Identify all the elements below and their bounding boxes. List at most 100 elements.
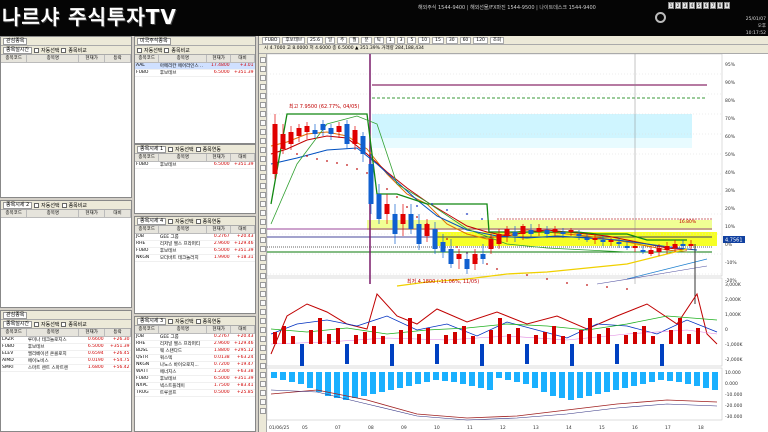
table-row[interactable]: LAZR 루미나 테크놀로지스 0.6600 +26.30 (1, 336, 131, 344)
column-header[interactable]: 종목코드 (1, 329, 28, 337)
drawing-tool-button[interactable] (260, 237, 266, 243)
column-header[interactable]: 대비 (230, 154, 255, 162)
column-header[interactable]: 현재가 (78, 329, 106, 337)
drawing-tool-button[interactable] (260, 174, 266, 180)
drawing-tool-button[interactable] (260, 381, 266, 387)
table-row[interactable]: NKGN 모더바트 테크놀러지 1.9900 +18.31 (135, 254, 255, 262)
panel-title[interactable]: 종목시세 1 (137, 145, 167, 153)
table-row[interactable]: FUBO 후보테브 6.5000 +351.39 (135, 161, 255, 169)
drawing-tool-button[interactable] (260, 129, 266, 135)
column-header[interactable]: 대비 (230, 326, 255, 334)
chart-toolbar-button[interactable]: 1 (385, 36, 395, 44)
column-header[interactable]: 현재가 (78, 210, 106, 218)
column-header[interactable]: 현재가 (206, 226, 232, 234)
drawing-tool-button[interactable] (260, 183, 266, 189)
chart-toolbar-button[interactable]: 틱 (373, 36, 384, 44)
column-header[interactable]: 종목코드 (1, 55, 28, 63)
drawing-tool-button[interactable] (260, 336, 266, 342)
link-checkbox[interactable] (195, 146, 201, 152)
group-dropdown[interactable]: 미국주식종목 (137, 37, 171, 45)
group-dropdown[interactable]: 관심종목 (3, 37, 28, 45)
drawing-tool-button[interactable] (260, 192, 266, 198)
chart-toolbar-button[interactable]: 후보테브 (282, 36, 305, 44)
drawing-tool-button[interactable] (260, 228, 266, 234)
column-header[interactable]: 종목코드 (1, 210, 28, 218)
chart-toolbar-button[interactable]: 조회 (489, 36, 505, 44)
compare-checkbox[interactable] (61, 321, 67, 327)
drawing-tool-button[interactable] (260, 165, 266, 171)
auto-select-checkbox[interactable] (34, 202, 40, 208)
chart-toolbar-button[interactable]: 60 (459, 36, 472, 44)
drawing-tool-button[interactable] (260, 120, 266, 126)
watch-label[interactable]: 종목실시간 (3, 320, 33, 328)
drawing-tool-button[interactable] (260, 75, 266, 81)
window-button[interactable]: 7 (710, 2, 716, 9)
auto-select-checkbox[interactable] (34, 47, 40, 53)
drawing-tool-button[interactable] (260, 264, 266, 270)
drawing-tool-button[interactable] (260, 282, 266, 288)
drawing-tool-button[interactable] (260, 93, 266, 99)
auto-select-checkbox[interactable] (168, 218, 174, 224)
column-header[interactable]: 종목명 (158, 326, 208, 334)
drawing-tool-button[interactable] (260, 219, 266, 225)
window-button[interactable]: 3 (682, 2, 688, 9)
auto-select-checkbox[interactable] (168, 318, 174, 324)
price-chart[interactable]: 최고 7.9500 (62.77%, 04/05) 최저 4.1800 (-11.… (267, 54, 768, 432)
column-header[interactable]: 종목명 (158, 226, 208, 234)
column-header[interactable]: 종목코드 (135, 326, 160, 334)
link-checkbox[interactable] (195, 318, 201, 324)
window-button[interactable]: 1 (668, 2, 674, 9)
table-row[interactable]: AIMD 에이노비스 0.0190 +54.75 (1, 357, 131, 365)
drawing-tool-button[interactable] (260, 345, 266, 351)
column-header[interactable]: 종목명 (158, 55, 208, 63)
column-header[interactable]: 종목명 (158, 154, 208, 162)
drawing-tool-button[interactable] (260, 246, 266, 252)
drawing-tool-button[interactable] (260, 138, 266, 144)
column-header[interactable]: 대비 (104, 210, 131, 218)
column-header[interactable]: 종목명 (26, 55, 80, 63)
panel-title[interactable]: 종목시세 2 (3, 201, 33, 209)
drawing-tool-button[interactable] (260, 399, 266, 405)
drawing-tool-button[interactable] (260, 102, 266, 108)
window-button[interactable]: 4 (689, 2, 695, 9)
table-row[interactable]: AAL 아메리칸 에어라인스 .. 17.4800 +3.01 (135, 62, 255, 70)
table-row[interactable]: TRUG 트루골프 0.5000 +25.85 (135, 389, 255, 397)
column-header[interactable]: 종목코드 (135, 154, 160, 162)
column-header[interactable]: 대비 (230, 55, 255, 63)
window-button[interactable]: 5 (696, 2, 702, 9)
drawing-tool-button[interactable] (260, 156, 266, 162)
table-row[interactable]: FUBO 후보테브 6.5000 +351.39 (135, 69, 255, 77)
drawing-tool-button[interactable] (260, 327, 266, 333)
table-row[interactable]: SMRT 스마트 렌트 스마트렌 1.6800 +56.42 (1, 364, 131, 372)
chart-toolbar-button[interactable]: 15 (432, 36, 444, 44)
column-header[interactable]: 현재가 (78, 55, 106, 63)
chart-toolbar-button[interactable]: 120 (473, 36, 488, 44)
table-row[interactable]: FUBO 후보테브 6.5000 +351.39 (135, 375, 255, 383)
drawing-tool-button[interactable] (260, 354, 266, 360)
chart-toolbar-button[interactable]: 30 (445, 36, 458, 44)
link-checkbox[interactable] (195, 218, 201, 224)
drawing-tool-button[interactable] (260, 372, 266, 378)
drawing-tool-button[interactable] (260, 318, 266, 324)
window-button[interactable]: 8 (717, 2, 723, 9)
table-row[interactable]: ELEV 엘리베이션 온콜로지 0.6594 +26.45 (1, 350, 131, 358)
column-header[interactable]: 등락 (104, 329, 131, 337)
panel-title[interactable]: 종목시세 3 (137, 317, 167, 325)
column-header[interactable]: 현재가 (206, 55, 232, 63)
chart-toolbar-button[interactable]: 3 (396, 36, 406, 44)
drawing-tool-button[interactable] (260, 111, 266, 117)
drawing-tool-button[interactable] (260, 210, 266, 216)
table-row[interactable]: RHE 리저널 헬스 프라퍼티 2.9600 +129.46 (135, 240, 255, 248)
window-button[interactable]: 9 (724, 2, 730, 9)
chart-toolbar-button[interactable]: 월 (349, 36, 360, 44)
chart-toolbar-button[interactable]: FUBO (262, 36, 281, 44)
column-header[interactable]: 종목코드 (135, 55, 160, 63)
column-header[interactable]: 현재가 (206, 326, 232, 334)
column-header[interactable]: 현재가 (206, 154, 232, 162)
table-row[interactable]: NKGN 나노스 바이오로지... 0.7200 +19.47 (135, 361, 255, 369)
table-row[interactable]: JOB GEE 그룹 0.2767 +20.43 (135, 333, 255, 341)
drawing-tool-button[interactable] (260, 147, 266, 153)
compare-checkbox[interactable] (164, 47, 170, 53)
table-row[interactable]: WATT 에너지스 1.2300 +63.38 (135, 368, 255, 376)
drawing-tool-button[interactable] (260, 390, 266, 396)
